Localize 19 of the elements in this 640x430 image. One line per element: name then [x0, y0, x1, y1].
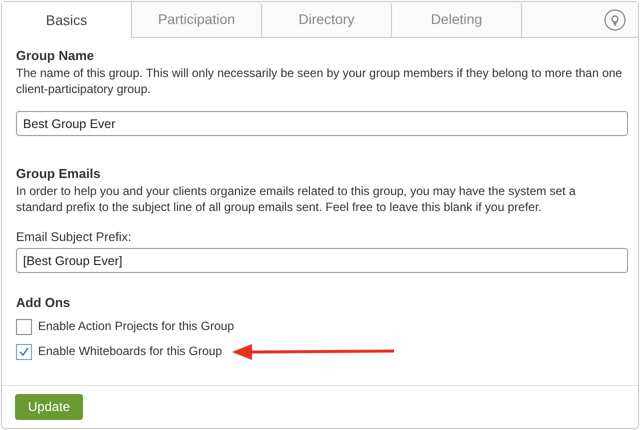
section-description: The name of this group. This will only necessarily be seen by your group members if they belong to more than one client-participatory group. [16, 65, 624, 97]
checkmark-icon [19, 346, 29, 356]
text-field[interactable]: Best Group Ever [16, 111, 628, 136]
tab[interactable]: Directory [262, 2, 392, 38]
section-heading: Group Name [16, 48, 96, 64]
section-description: In order to help you and your clients organize emails related to this group, you may have the system set a standard prefix to the subject line of all group emails sent. Feel free to leave this blank if you prefer. [16, 183, 577, 215]
lightbulb-icon[interactable] [604, 8, 626, 30]
checkbox[interactable] [16, 318, 32, 334]
tab[interactable]: Basics [2, 2, 132, 38]
tab[interactable]: Participation [132, 2, 262, 38]
checkbox-label: Enable Whiteboards for this Group [38, 343, 222, 360]
checkbox[interactable] [16, 344, 32, 360]
text-field[interactable]: [Best Group Ever] [16, 248, 628, 273]
section-heading: Group Emails [16, 166, 102, 182]
checkbox-label: Enable Action Projects for this Group [38, 318, 234, 335]
update-button[interactable]: Update [15, 394, 83, 420]
field-label: Email Subject Prefix: [16, 229, 132, 245]
tab[interactable]: Deleting [392, 2, 522, 38]
section-heading: Add Ons [16, 295, 72, 311]
